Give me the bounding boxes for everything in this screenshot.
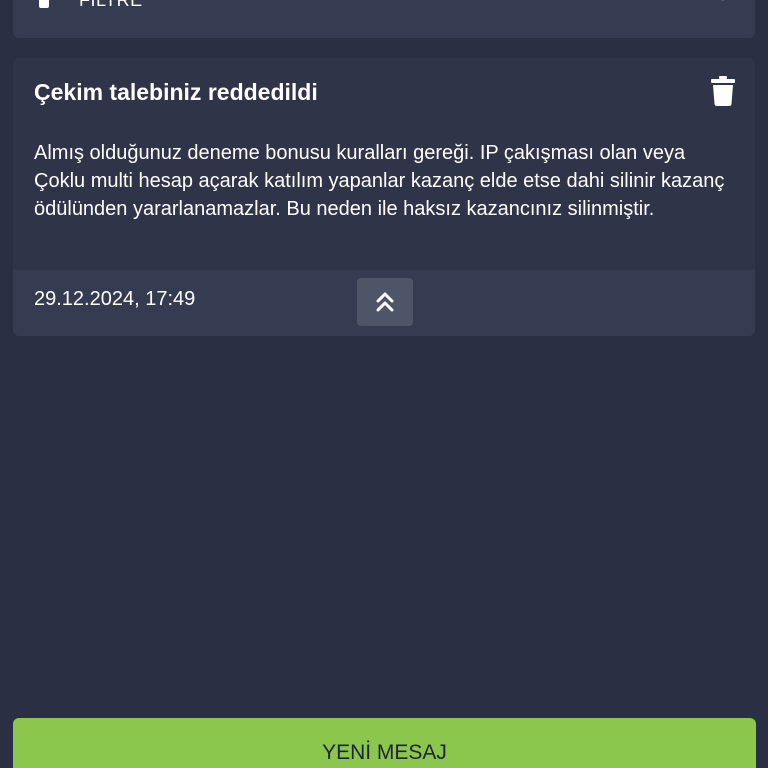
message-card: Çekim talebiniz reddedildi Almış olduğun… <box>13 58 755 336</box>
message-date: 29.12.2024, 17:49 <box>34 288 196 310</box>
new-message-button[interactable]: YENİ MESAJ <box>13 718 756 768</box>
filter-bar[interactable]: FİLTRE <box>13 0 755 38</box>
messages-page: FİLTRE Çekim talebiniz reddedildi Almış … <box>0 0 768 768</box>
double-chevron-up-icon <box>376 292 394 312</box>
message-footer: 29.12.2024, 17:49 <box>13 270 755 336</box>
filter-label: FİLTRE <box>79 0 143 10</box>
filter-icon <box>39 0 49 8</box>
collapse-button[interactable] <box>357 278 413 326</box>
message-title: Çekim talebiniz reddedildi <box>34 79 318 105</box>
trash-icon[interactable] <box>711 76 735 106</box>
message-body: Almış olduğunuz deneme bonusu kuralları … <box>34 142 725 220</box>
